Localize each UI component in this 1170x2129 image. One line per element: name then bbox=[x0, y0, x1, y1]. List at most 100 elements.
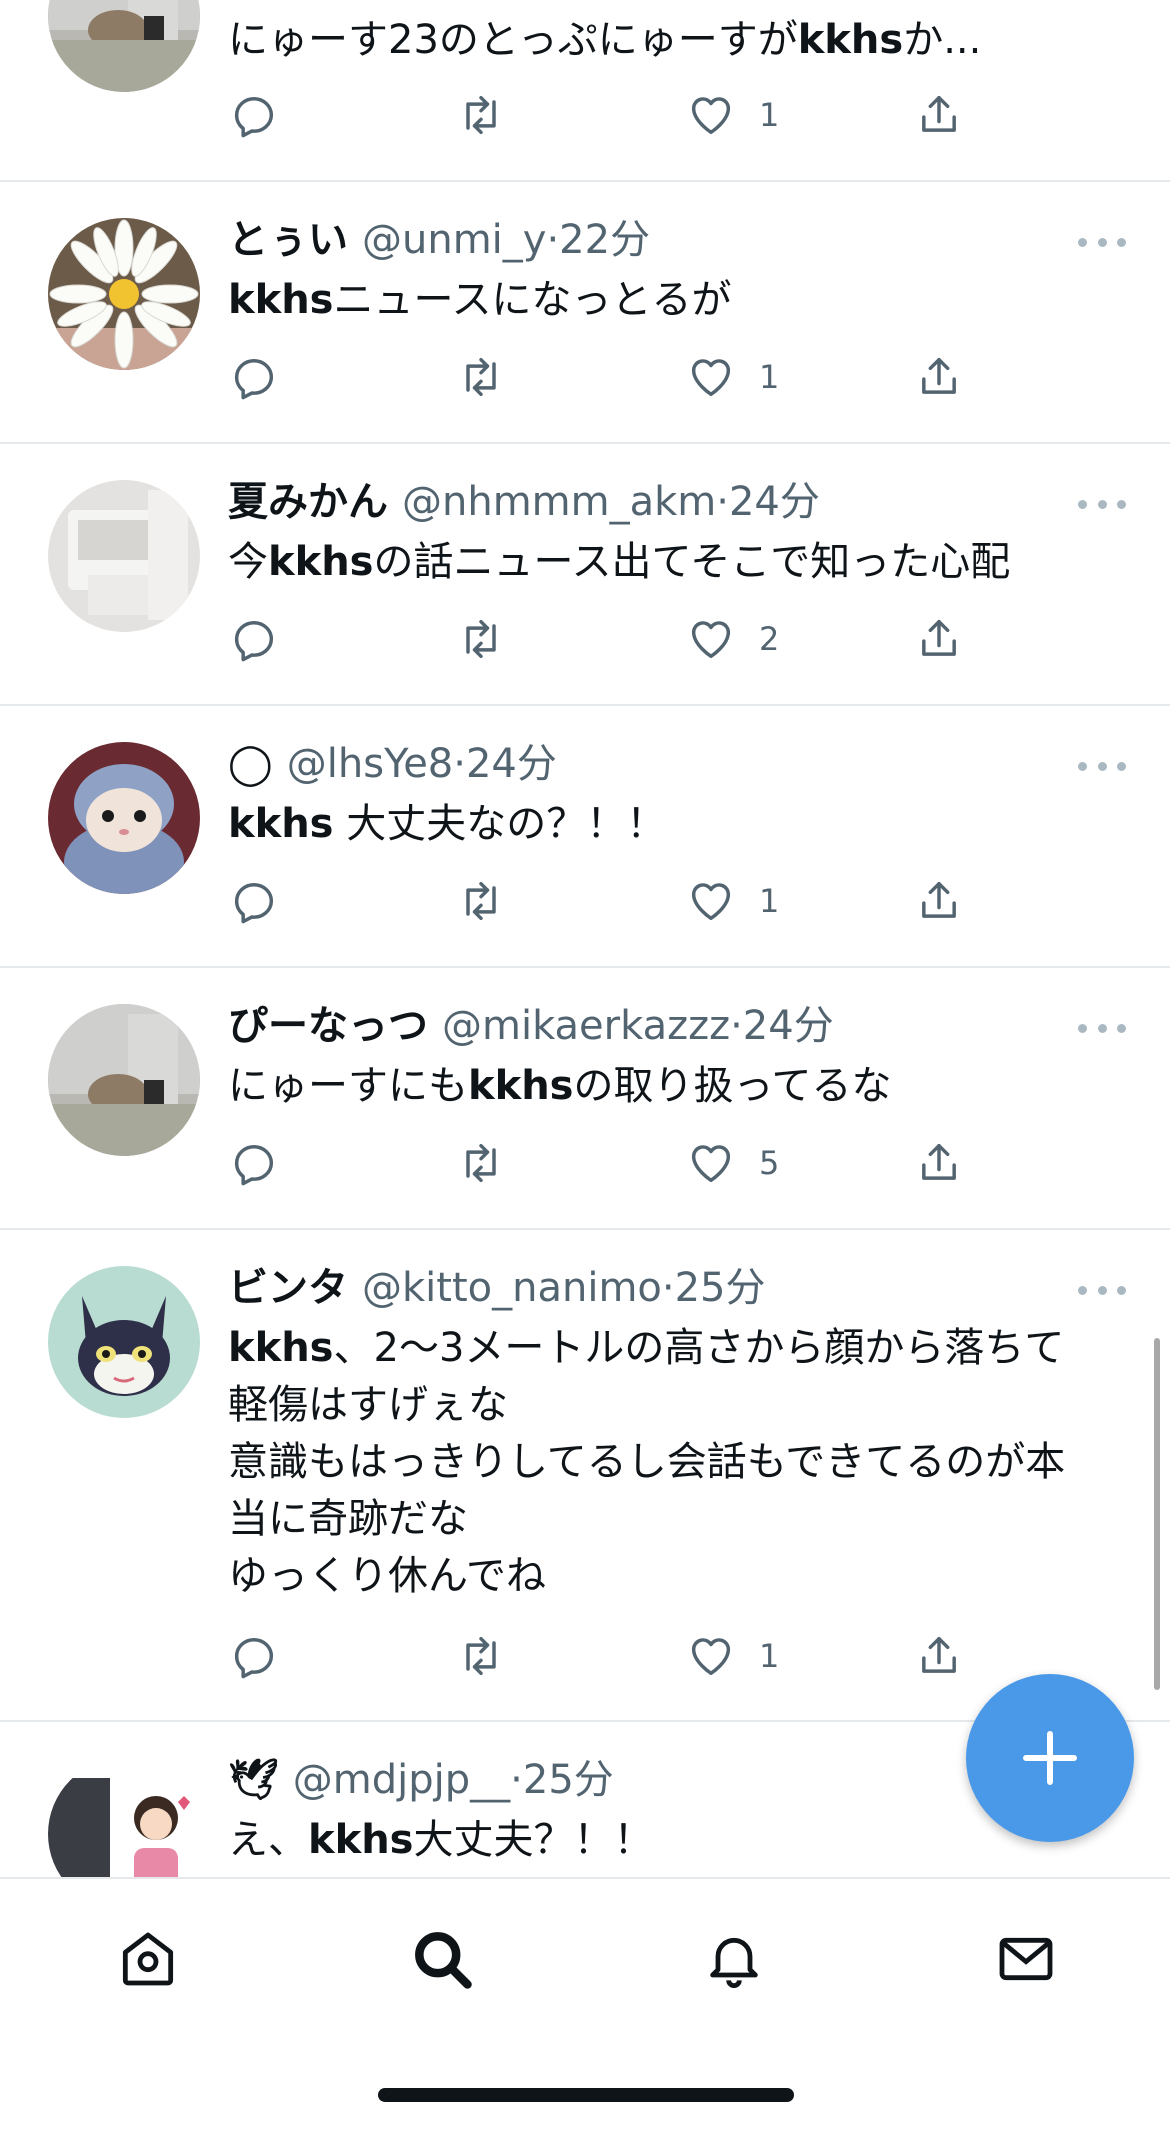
tweet-actions: 1 bbox=[228, 349, 988, 405]
like-button[interactable]: 5 bbox=[685, 1135, 779, 1191]
share-button[interactable] bbox=[913, 873, 965, 929]
avatar[interactable] bbox=[48, 0, 200, 92]
mention-keyword: kkhs bbox=[268, 539, 374, 585]
more-icon bbox=[1078, 499, 1087, 509]
tab-search[interactable] bbox=[402, 1919, 482, 1999]
tweet-actions: 2 bbox=[228, 611, 988, 667]
display-name[interactable]: 夏みかん bbox=[228, 479, 388, 525]
retweet-button[interactable] bbox=[455, 1628, 507, 1684]
tweet-0[interactable]: にゅーす23のとっぷにゅーすがkkhsか... 1 bbox=[0, 0, 1170, 182]
like-button[interactable]: 2 bbox=[685, 611, 779, 667]
tweet-header: ぴーなっつ @mikaerkazzz·24分 bbox=[228, 1002, 1110, 1050]
user-handle[interactable]: @unmi_y bbox=[362, 217, 546, 263]
more-icon bbox=[1078, 761, 1087, 771]
retweet-icon bbox=[466, 881, 496, 921]
compose-button[interactable] bbox=[966, 1674, 1134, 1842]
more-options-button[interactable] bbox=[1078, 1022, 1126, 1034]
like-button[interactable]: 1 bbox=[685, 1628, 779, 1684]
avatar[interactable] bbox=[48, 480, 200, 632]
mail-icon bbox=[999, 1937, 1053, 1981]
tweet-1[interactable]: とぅい @unmi_y·22分 kkhsニュースになっとるが 1 bbox=[0, 182, 1170, 444]
like-button[interactable]: 1 bbox=[685, 349, 779, 405]
reply-icon bbox=[234, 883, 274, 924]
tweet-actions: 5 bbox=[228, 1135, 988, 1191]
separator: · bbox=[546, 217, 560, 263]
mention-keyword: kkhs bbox=[228, 1325, 334, 1371]
user-handle[interactable]: @lhsYe8 bbox=[287, 741, 453, 787]
scrollbar[interactable] bbox=[1154, 1338, 1160, 1690]
reply-button[interactable] bbox=[228, 611, 280, 667]
retweet-button[interactable] bbox=[455, 349, 507, 405]
separator: · bbox=[661, 1265, 675, 1311]
like-count: 1 bbox=[759, 358, 780, 396]
tweet-header: とぅい @unmi_y·22分 bbox=[228, 216, 1110, 264]
text-segment: の話ニュース出てそこで知った心配 bbox=[373, 539, 1011, 585]
home-icon bbox=[122, 1932, 174, 1986]
more-options-button[interactable] bbox=[1078, 236, 1126, 248]
more-options-button[interactable] bbox=[1078, 1284, 1126, 1296]
tweet-4[interactable]: ぴーなっつ @mikaerkazzz·24分 にゅーすにもkkhsの取り扱ってるな… bbox=[0, 968, 1170, 1230]
share-icon bbox=[922, 95, 956, 132]
text-segment: え、 bbox=[228, 1817, 308, 1863]
tab-notifications[interactable] bbox=[694, 1919, 774, 1999]
mention-keyword: kkhs bbox=[228, 801, 334, 847]
tweet-3[interactable]: ◯ @lhsYe8·24分 kkhs 大丈夫なの？！！ 1 bbox=[0, 706, 1170, 968]
heart-icon bbox=[691, 1638, 731, 1676]
plus-icon bbox=[1023, 1731, 1077, 1785]
avatar[interactable] bbox=[48, 218, 200, 370]
tweet-text: え、kkhs大丈夫？！！ bbox=[228, 1812, 1120, 1869]
user-handle[interactable]: @mikaerkazzz bbox=[442, 1003, 730, 1049]
mention-keyword: kkhs bbox=[308, 1817, 414, 1863]
timestamp: 25分 bbox=[674, 1265, 766, 1311]
like-button[interactable]: 1 bbox=[685, 87, 779, 143]
timestamp: 24分 bbox=[728, 479, 820, 525]
tab-messages[interactable] bbox=[986, 1919, 1066, 1999]
like-count: 5 bbox=[759, 1144, 780, 1182]
tweet-text-line: 軽傷はすげぇな bbox=[228, 1377, 1120, 1434]
retweet-icon bbox=[466, 357, 496, 397]
display-name[interactable]: ◯ bbox=[228, 741, 273, 787]
heart-icon bbox=[691, 621, 731, 659]
display-name[interactable]: ぴーなっつ bbox=[228, 1003, 428, 1049]
heart-icon bbox=[691, 359, 731, 397]
retweet-icon bbox=[466, 619, 496, 659]
tab-home[interactable] bbox=[108, 1919, 188, 1999]
retweet-button[interactable] bbox=[455, 1135, 507, 1191]
retweet-button[interactable] bbox=[455, 87, 507, 143]
share-button[interactable] bbox=[913, 1135, 965, 1191]
avatar[interactable] bbox=[48, 1004, 200, 1156]
user-handle[interactable]: @mdjpjp__ bbox=[293, 1757, 510, 1803]
more-options-button[interactable] bbox=[1078, 498, 1126, 510]
share-button[interactable] bbox=[913, 611, 965, 667]
avatar[interactable] bbox=[48, 1266, 200, 1418]
user-handle[interactable]: @nhmmm_akm bbox=[402, 479, 716, 525]
display-name[interactable]: ビンタ bbox=[228, 1265, 348, 1311]
display-name[interactable]: とぅい bbox=[228, 217, 348, 263]
share-icon bbox=[922, 1636, 956, 1673]
reply-button[interactable] bbox=[228, 349, 280, 405]
retweet-button[interactable] bbox=[455, 873, 507, 929]
reply-button[interactable] bbox=[228, 1135, 280, 1191]
home-indicator[interactable] bbox=[378, 2088, 794, 2102]
share-button[interactable] bbox=[913, 349, 965, 405]
share-button[interactable] bbox=[913, 87, 965, 143]
retweet-icon bbox=[466, 1636, 496, 1676]
share-button[interactable] bbox=[913, 1628, 965, 1684]
reply-button[interactable] bbox=[228, 873, 280, 929]
separator: · bbox=[510, 1757, 523, 1803]
retweet-button[interactable] bbox=[455, 611, 507, 667]
more-options-button[interactable] bbox=[1078, 760, 1126, 772]
like-button[interactable]: 1 bbox=[685, 873, 779, 929]
reply-button[interactable] bbox=[228, 87, 280, 143]
tweet-5[interactable]: ビンタ @kitto_nanimo·25分 kkhs、2〜3メートルの高さから顔か… bbox=[0, 1230, 1170, 1722]
tweet-2[interactable]: 夏みかん @nhmmm_akm·24分 今kkhsの話ニュース出てそこで知った心配… bbox=[0, 444, 1170, 706]
text-segment: 軽傷はすげぇな bbox=[228, 1382, 508, 1428]
avatar[interactable] bbox=[48, 742, 200, 894]
display-name[interactable]: 🕊 bbox=[228, 1757, 279, 1803]
mention-keyword: kkhs bbox=[468, 1063, 574, 1109]
tweet-text: にゅーす23のとっぷにゅーすがkkhsか... bbox=[228, 12, 1120, 69]
user-handle[interactable]: @kitto_nanimo bbox=[362, 1265, 662, 1311]
share-icon bbox=[922, 881, 956, 918]
reply-button[interactable] bbox=[228, 1628, 280, 1684]
like-count: 2 bbox=[759, 620, 780, 658]
